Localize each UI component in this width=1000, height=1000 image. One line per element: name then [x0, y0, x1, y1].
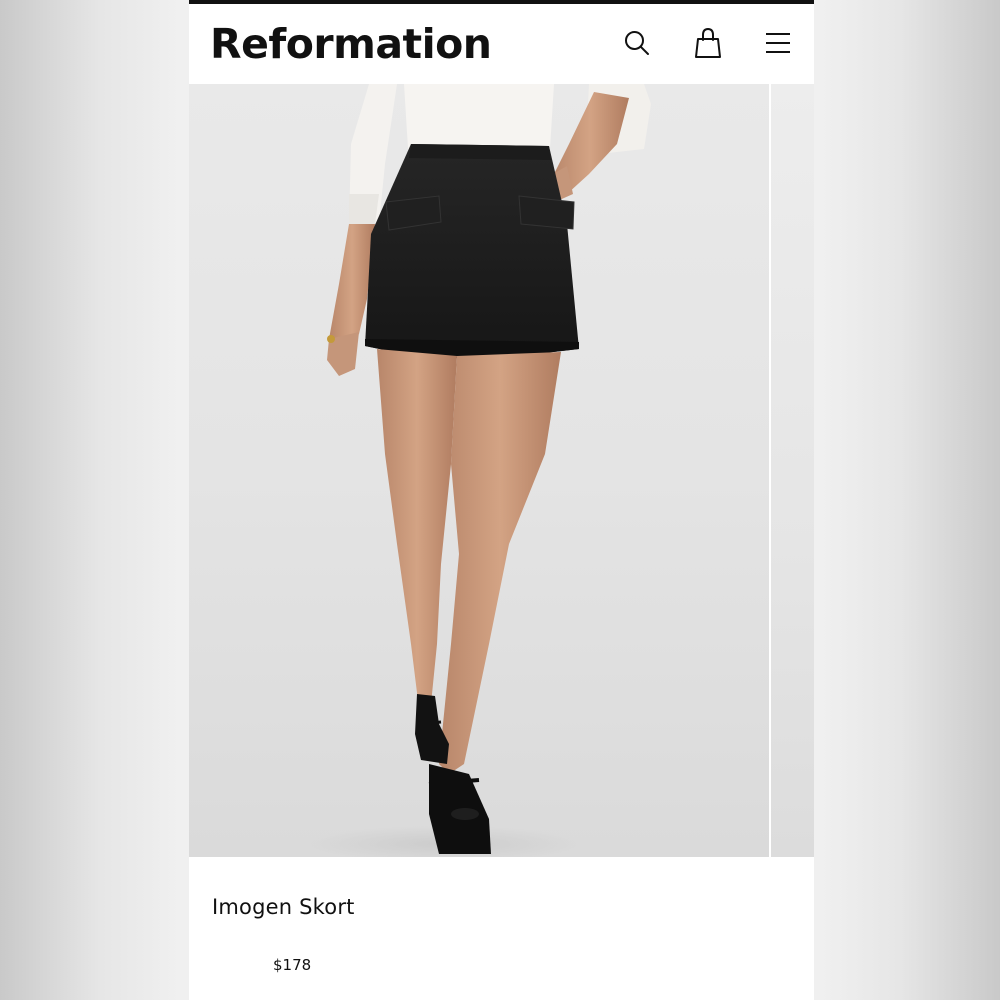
- model-photo-illustration: [304, 84, 651, 857]
- hamburger-menu-icon: [764, 31, 792, 55]
- search-icon: [623, 29, 651, 57]
- product-name[interactable]: Imogen Skort: [212, 895, 355, 919]
- next-product-image-peek[interactable]: [771, 84, 814, 857]
- menu-button[interactable]: [762, 26, 794, 60]
- shopping-bag-icon: [694, 27, 722, 59]
- product-price: $178: [273, 956, 312, 974]
- product-image[interactable]: [189, 84, 769, 857]
- search-button[interactable]: [621, 26, 653, 60]
- product-info: Imogen Skort $178: [189, 857, 814, 1000]
- shopping-bag-button[interactable]: [692, 26, 724, 60]
- product-image-gallery[interactable]: [189, 84, 814, 857]
- brand-logo[interactable]: Reformation: [210, 18, 492, 70]
- mobile-page: Reformation Imogen Skort $178: [189, 0, 814, 1000]
- site-header: Reformation: [189, 4, 814, 84]
